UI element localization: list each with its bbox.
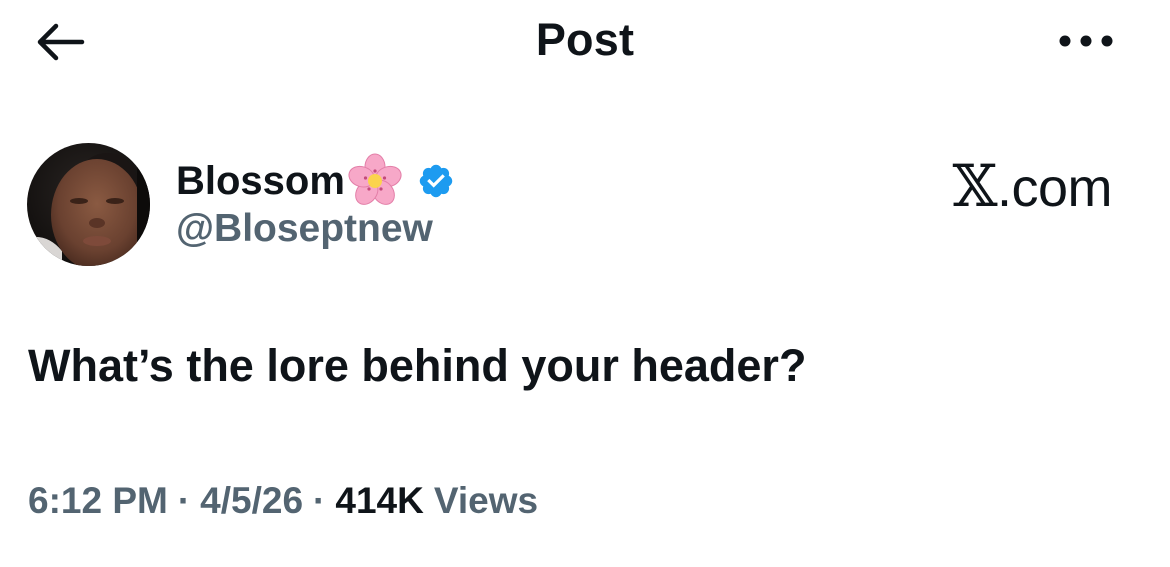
cherry-blossom-icon [348, 153, 402, 205]
post-page: Post Blossom @Bloseptnew 𝕏.com What’s th… [0, 0, 1170, 567]
views-label: Views [433, 480, 539, 521]
meta-separator: · [177, 480, 191, 521]
display-name[interactable]: Blossom [176, 159, 345, 204]
views-count[interactable]: 414K [335, 480, 423, 522]
watermark-domain: .com [996, 158, 1113, 218]
page-title: Post [535, 14, 635, 65]
avatar-image [27, 143, 150, 266]
x-logo-icon: 𝕏 [952, 152, 997, 220]
post-date[interactable]: 4/5/26 [200, 480, 303, 522]
more-horizontal-icon [1059, 35, 1113, 47]
display-name-row: Blossom [176, 153, 455, 209]
avatar[interactable] [27, 143, 150, 266]
post-meta: 6:12 PM · 4/5/26 · 414K Views [28, 480, 538, 522]
post-text: What’s the lore behind your header? [28, 340, 807, 391]
verified-badge-icon[interactable] [417, 162, 455, 200]
x-com-watermark: 𝕏.com [952, 152, 1112, 220]
user-handle[interactable]: @Bloseptnew [176, 207, 433, 251]
meta-separator: · [313, 480, 326, 521]
post-time[interactable]: 6:12 PM [28, 480, 168, 522]
more-options-button[interactable] [1056, 28, 1116, 54]
